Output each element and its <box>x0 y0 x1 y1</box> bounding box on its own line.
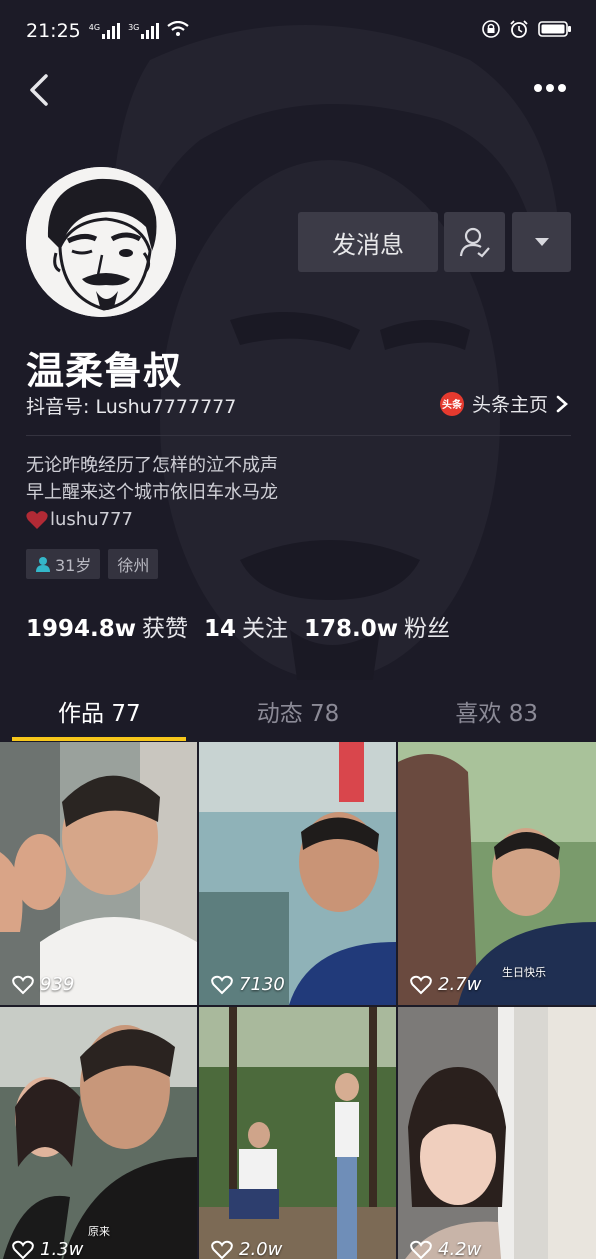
profile-stats: 1994.8w 获赞 14 关注 178.0w 粉丝 <box>26 609 450 643</box>
signal-icon: 4G <box>88 23 121 39</box>
more-dots-icon <box>534 84 566 92</box>
heart-icon <box>26 510 48 529</box>
status-time: 21:25 <box>26 20 81 42</box>
age-tag: 31岁 <box>26 549 101 579</box>
heart-outline-icon <box>211 1240 233 1259</box>
following-stat[interactable]: 14 关注 <box>204 609 288 643</box>
video-thumbnail[interactable]: 7130 <box>199 742 396 1005</box>
chevron-left-icon <box>30 74 48 106</box>
send-message-button[interactable]: 发消息 <box>298 212 438 272</box>
video-likes-count: 939 <box>40 974 75 995</box>
toutiao-label: 头条主页 <box>471 394 548 416</box>
active-tab-indicator <box>12 737 186 741</box>
profile-tags: 31岁 徐州 <box>26 549 159 579</box>
tab-likes[interactable]: 喜欢 83 <box>397 680 596 742</box>
video-likes: 2.7w <box>410 974 481 995</box>
lock-icon <box>482 19 500 43</box>
video-thumbnail-image <box>199 1007 396 1259</box>
heart-outline-icon <box>410 975 432 994</box>
video-caption: 原来 <box>88 1225 110 1238</box>
video-likes: 2.0w <box>211 1239 282 1259</box>
following-count: 14 <box>204 616 237 642</box>
video-likes-count: 2.0w <box>239 1239 283 1259</box>
network-type-1: 4G <box>88 23 101 32</box>
toutiao-homepage-link[interactable]: 头条 头条主页 <box>439 390 568 417</box>
person-icon <box>36 557 50 572</box>
video-likes-count: 2.7w <box>438 974 482 995</box>
back-button[interactable] <box>24 70 54 110</box>
tab-moments[interactable]: 动态 78 <box>199 680 398 742</box>
profile-name: 温柔鲁叔 <box>26 349 183 393</box>
bio-line-2: 早上醒来这个城市依旧车水马龙 <box>26 482 278 503</box>
likes-label: 获赞 <box>142 616 189 642</box>
video-thumbnail-image <box>0 742 197 1005</box>
avatar-illustration <box>26 167 176 317</box>
heart-outline-icon <box>410 1240 432 1259</box>
following-label: 关注 <box>242 616 289 642</box>
battery-icon <box>538 20 572 43</box>
status-bar: 21:25 4G 3G <box>0 0 596 62</box>
likes-count: 1994.8w <box>26 616 137 642</box>
video-thumbnail[interactable]: 原来 1.3w <box>0 1007 197 1259</box>
avatar[interactable] <box>26 167 176 317</box>
video-thumbnail-image <box>398 742 596 1005</box>
follow-status-button[interactable] <box>444 212 505 272</box>
video-likes: 7130 <box>211 974 285 995</box>
heart-outline-icon <box>211 975 233 994</box>
douyin-id: 抖音号: Lushu7777777 <box>26 396 237 418</box>
chevron-right-icon <box>556 395 568 412</box>
heart-outline-icon <box>12 1240 34 1259</box>
video-likes-count: 4.2w <box>438 1239 482 1259</box>
video-thumbnail[interactable]: 2.0w <box>199 1007 396 1259</box>
content-tabs: 作品 77 动态 78 喜欢 83 <box>0 680 596 742</box>
video-thumbnail-image <box>398 1007 596 1259</box>
wifi-icon <box>167 20 190 42</box>
divider <box>26 435 571 436</box>
bio: 无论昨晚经历了怎样的泣不成声 早上醒来这个城市依旧车水马龙 lushu777 <box>26 452 278 533</box>
video-thumbnail[interactable]: 939 <box>0 742 197 1005</box>
recommend-dropdown-button[interactable] <box>512 212 571 272</box>
age-tag-label: 31岁 <box>55 556 92 575</box>
followers-label: 粉丝 <box>404 616 451 642</box>
user-check-icon <box>459 227 490 258</box>
video-caption: 生日快乐 <box>502 966 546 979</box>
video-likes: 4.2w <box>410 1239 481 1259</box>
video-thumbnail[interactable]: 4.2w <box>398 1007 596 1259</box>
followers-stat[interactable]: 178.0w 粉丝 <box>304 609 450 643</box>
toutiao-logo-icon: 头条 <box>439 391 464 416</box>
video-likes: 1.3w <box>12 1239 83 1259</box>
signal-icon-2: 3G <box>128 23 160 39</box>
location-tag: 徐州 <box>108 549 159 579</box>
followers-count: 178.0w <box>304 616 399 642</box>
video-thumbnail-image <box>0 1007 197 1259</box>
top-navigation-bar <box>0 62 596 116</box>
network-type-2: 3G <box>128 23 140 32</box>
bio-line-3: lushu777 <box>26 506 278 533</box>
video-likes-count: 1.3w <box>40 1239 84 1259</box>
heart-outline-icon <box>12 975 34 994</box>
bio-line-3-text: lushu777 <box>50 509 133 530</box>
video-grid: 939 7130 生日快乐 2.7w 原来 1.3w 2.0w 4.2w <box>0 742 596 1259</box>
more-options-button[interactable] <box>530 74 570 102</box>
video-likes-count: 7130 <box>239 974 285 995</box>
likes-stat: 1994.8w 获赞 <box>26 609 188 643</box>
caret-down-icon <box>534 238 549 246</box>
bio-line-1: 无论昨晚经历了怎样的泣不成声 <box>26 455 278 476</box>
video-likes: 939 <box>12 974 74 995</box>
video-thumbnail-image <box>199 742 396 1005</box>
alarm-icon <box>510 19 528 43</box>
tab-works[interactable]: 作品 77 <box>0 680 199 742</box>
location-tag-label: 徐州 <box>117 556 150 575</box>
video-thumbnail[interactable]: 生日快乐 2.7w <box>398 742 596 1005</box>
